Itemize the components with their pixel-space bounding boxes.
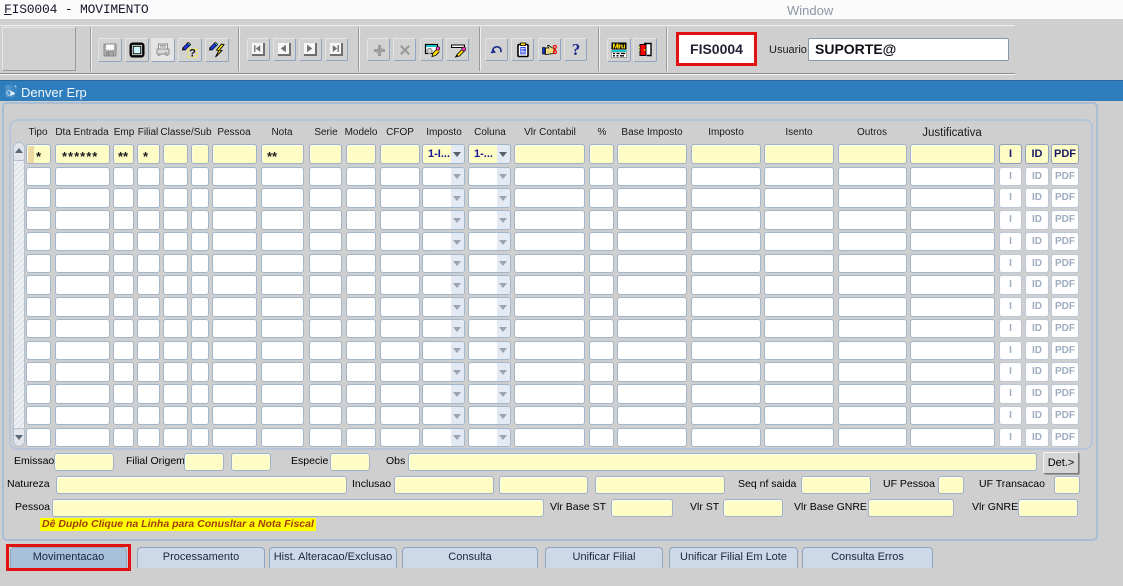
svg-text:?: ? — [189, 48, 196, 59]
svg-text:Menu: Menu — [613, 42, 626, 50]
svg-text:?: ? — [571, 42, 580, 58]
